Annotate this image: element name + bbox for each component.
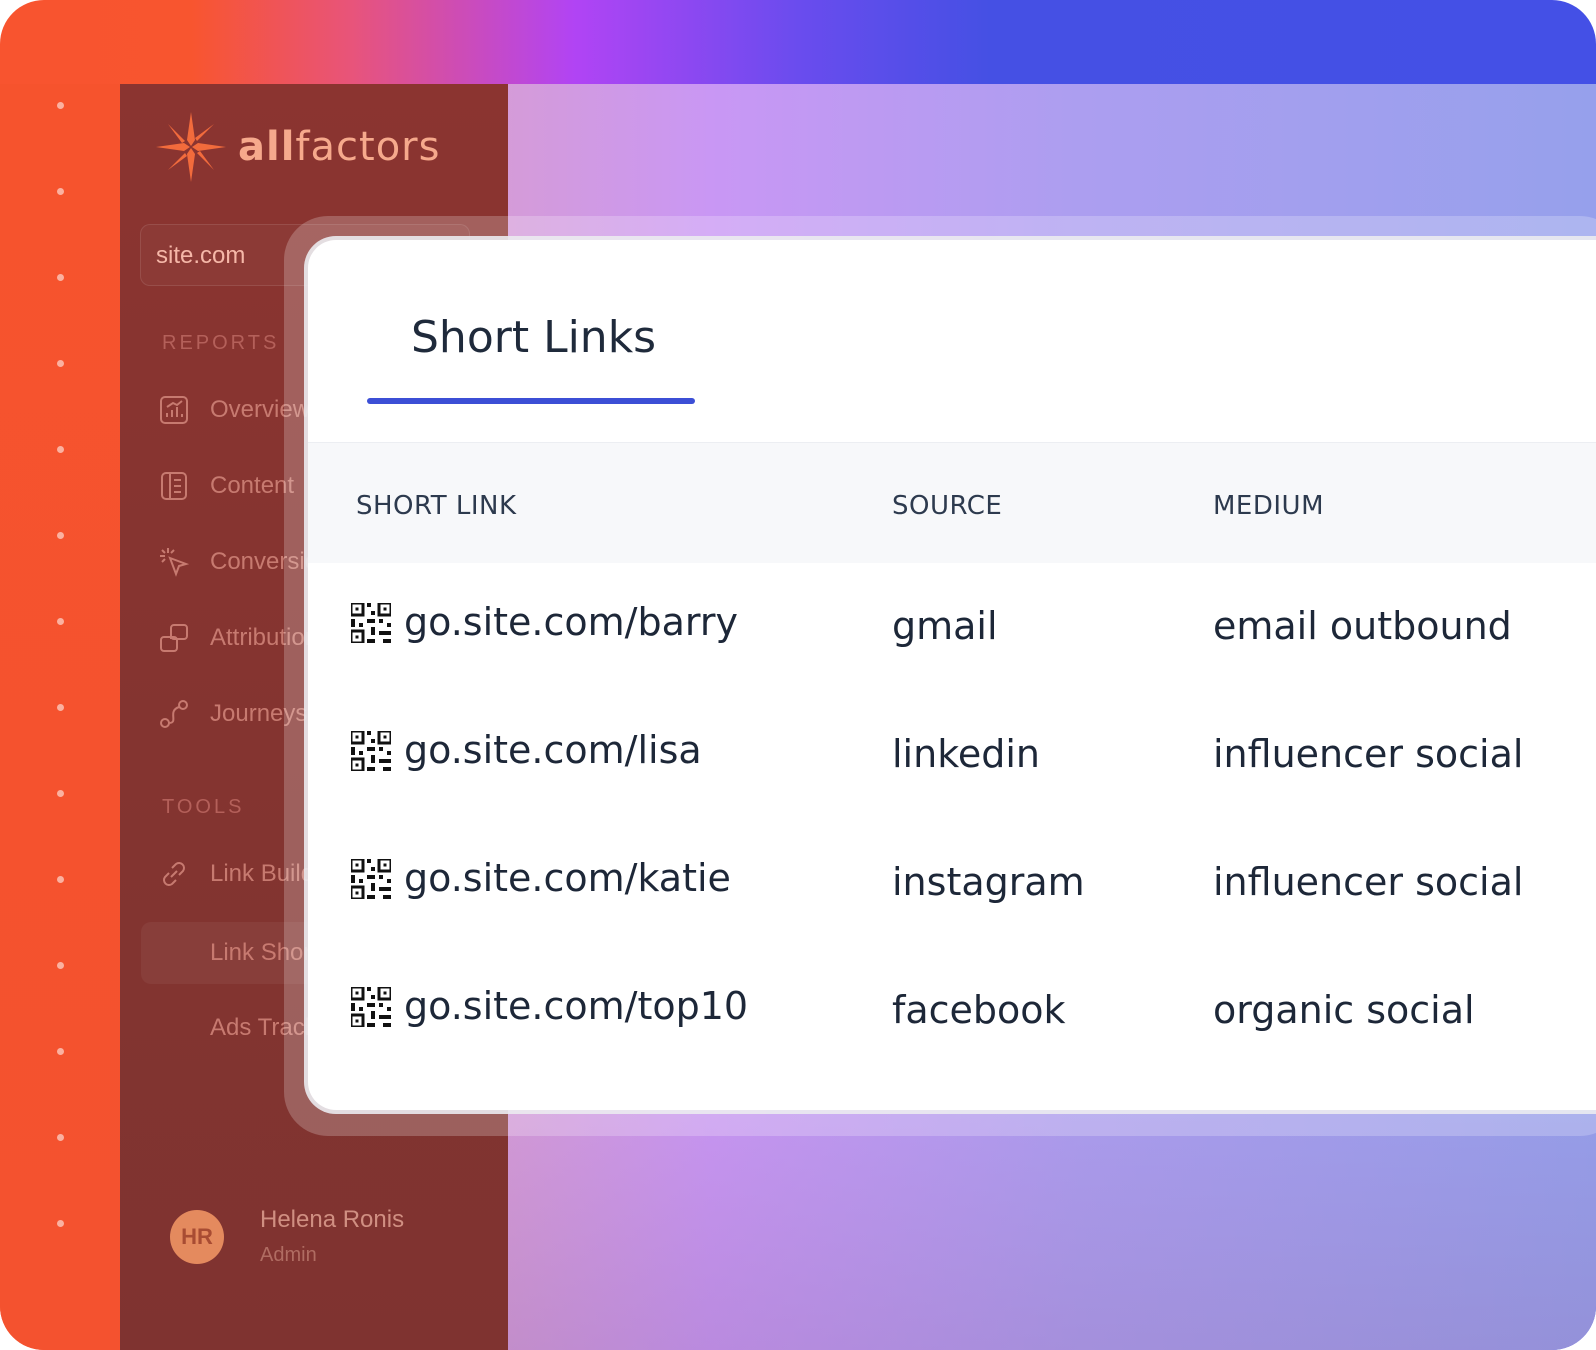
decorative-dot (57, 618, 64, 625)
column-header-short-link[interactable]: SHORT LINK (356, 491, 517, 521)
route-icon (158, 698, 190, 730)
table-header: SHORT LINK SOURCE MEDIUM (308, 442, 1596, 563)
qr-code-icon[interactable] (349, 601, 393, 645)
decorative-strip (0, 84, 120, 1350)
medium-cell: influencer social (1213, 860, 1524, 904)
compass-star-icon (156, 112, 226, 182)
user-role: Admin (260, 1244, 317, 1266)
table-row[interactable]: go.site.com/lisa linkedin influencer socia… (308, 690, 1596, 820)
sidebar-item-label: Content (210, 472, 295, 499)
source-cell: gmail (892, 604, 998, 648)
decorative-dot (57, 102, 64, 109)
short-link-cell[interactable]: go.site.com/barry (404, 600, 738, 644)
qr-code-icon[interactable] (349, 729, 393, 773)
table-row[interactable]: go.site.com/katie instagram influencer soc… (308, 818, 1596, 948)
reports-section-label: REPORTS (162, 332, 280, 354)
tools-section-label: TOOLS (162, 796, 245, 818)
decorative-dot (57, 1134, 64, 1141)
user-profile[interactable]: HR Helena Ronis Admin (170, 1206, 404, 1267)
medium-cell: organic social (1213, 988, 1475, 1032)
cursor-click-icon (158, 546, 190, 578)
chart-icon (158, 394, 190, 426)
short-link-cell[interactable]: go.site.com/lisa (404, 728, 702, 772)
decorative-dot (57, 876, 64, 883)
user-name: Helena Ronis (260, 1206, 405, 1233)
decorative-dot (57, 274, 64, 281)
medium-cell: email outbound (1213, 604, 1512, 648)
decorative-dot (57, 532, 64, 539)
document-icon (158, 470, 190, 502)
source-cell: facebook (892, 988, 1066, 1032)
short-link-cell[interactable]: go.site.com/top10 (404, 984, 748, 1028)
avatar: HR (170, 1209, 224, 1264)
table-row[interactable]: go.site.com/top10 facebook organic social (308, 946, 1596, 1076)
decorative-dot (57, 1048, 64, 1055)
decorative-dot (57, 962, 64, 969)
brand-logo[interactable]: allfactors (154, 112, 440, 182)
short-links-card: Short Links SHORT LINK SOURCE MEDIUM go.… (308, 240, 1596, 1110)
source-cell: linkedin (892, 732, 1040, 776)
decorative-dot (57, 188, 64, 195)
decorative-dot (57, 360, 64, 367)
decorative-dot (57, 1220, 64, 1227)
short-link-cell[interactable]: go.site.com/katie (404, 856, 731, 900)
link-icon (158, 858, 190, 890)
medium-cell: influencer social (1213, 732, 1524, 776)
source-cell: instagram (892, 860, 1085, 904)
decorative-dot (57, 446, 64, 453)
layers-icon (158, 622, 190, 654)
tab-short-links[interactable]: Short Links (411, 312, 656, 363)
column-header-source[interactable]: SOURCE (892, 491, 1002, 521)
column-header-medium[interactable]: MEDIUM (1213, 491, 1324, 521)
sidebar-item-content[interactable]: Content (158, 464, 294, 508)
decorative-dot (57, 704, 64, 711)
active-tab-indicator (367, 398, 695, 404)
brand-name: allfactors (238, 124, 441, 170)
qr-code-icon[interactable] (349, 985, 393, 1029)
qr-code-icon[interactable] (349, 857, 393, 901)
decorative-dot (57, 790, 64, 797)
table-row[interactable]: go.site.com/barry gmail email outbound (308, 562, 1596, 692)
